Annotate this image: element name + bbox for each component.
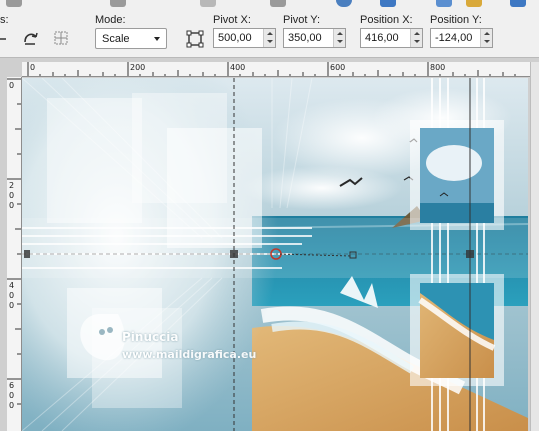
v-ruler-label: 0 — [9, 301, 15, 310]
position-x-label: Position X: — [360, 14, 413, 26]
pivot-x-spinner[interactable] — [263, 29, 275, 47]
chevron-down-icon — [154, 37, 160, 41]
v-ruler-label: 0 — [9, 291, 15, 300]
mode-select[interactable]: Scale — [95, 28, 167, 49]
position-y-spinner[interactable] — [480, 29, 492, 47]
edit-icon[interactable] — [110, 0, 126, 7]
h-ruler-label: 0 — [30, 63, 36, 72]
v-ruler-label: 0 — [9, 191, 15, 200]
view-icon[interactable] — [436, 0, 452, 7]
bounding-box-button[interactable] — [184, 28, 206, 50]
zoom-icon[interactable] — [466, 0, 482, 7]
tool-options-bar: s: Mode: Scale Pivot X: 500,00 Pivot Y: … — [0, 0, 539, 58]
vertical-ruler: 0 2 0 0 4 0 0 6 0 0 — [7, 77, 22, 431]
pivot-y-spinner[interactable] — [333, 29, 345, 47]
pivot-x-value: 500,00 — [218, 32, 252, 44]
horizontal-ruler-ticks — [27, 62, 516, 76]
v-ruler-label: 0 — [9, 401, 15, 410]
edit-icon-disabled — [200, 0, 216, 7]
position-y-label: Position Y: — [430, 14, 482, 26]
vertical-scrollbar[interactable] — [530, 62, 539, 431]
pivot-y-value: 350,00 — [288, 32, 322, 44]
left-options-label: s: — [0, 14, 9, 26]
mode-label: Mode: — [95, 14, 126, 26]
pivot-x-field[interactable]: 500,00 — [213, 28, 276, 48]
help-icon[interactable] — [510, 0, 526, 7]
cut-icon[interactable] — [6, 0, 22, 7]
v-ruler-label: 4 — [9, 281, 15, 290]
pivot-x-label: Pivot X: — [213, 14, 251, 26]
print-icon[interactable] — [270, 0, 286, 7]
position-y-value: -124,00 — [435, 32, 473, 44]
position-x-value: 416,00 — [365, 32, 399, 44]
perspective-button[interactable] — [50, 27, 72, 49]
canvas-artwork — [22, 78, 528, 431]
h-ruler-label: 800 — [430, 63, 446, 72]
globe-icon[interactable] — [336, 0, 352, 7]
pivot-y-field[interactable]: 350,00 — [283, 28, 346, 48]
position-x-spinner[interactable] — [410, 29, 422, 47]
v-ruler-label: 6 — [9, 381, 15, 390]
bounding-box-icon — [186, 30, 204, 48]
reset-transform-button[interactable] — [20, 27, 42, 49]
position-x-field[interactable]: 416,00 — [360, 28, 423, 48]
watermark-url: www.maildigrafica.eu — [122, 348, 257, 361]
v-ruler-label: 0 — [9, 201, 15, 210]
mode-value: Scale — [102, 33, 130, 45]
layers-icon[interactable] — [380, 0, 396, 7]
horizontal-ruler: 0 200 400 600 800 — [22, 62, 530, 77]
v-ruler-label: 0 — [9, 391, 15, 400]
grid-select-icon — [54, 31, 68, 45]
v-ruler-label: 2 — [9, 181, 15, 190]
reset-icon — [24, 32, 38, 45]
v-ruler-label: 0 — [9, 81, 15, 90]
h-ruler-label: 400 — [230, 63, 246, 72]
image-canvas[interactable]: Pinuccia www.maildigrafica.eu — [22, 78, 528, 431]
top-icon-strip — [0, 0, 539, 8]
h-ruler-label: 600 — [330, 63, 346, 72]
position-y-field[interactable]: -124,00 — [430, 28, 493, 48]
watermark-name: Pinuccia — [122, 330, 179, 344]
vertical-ruler-ticks — [7, 78, 21, 405]
h-ruler-label: 200 — [130, 63, 146, 72]
pivot-y-label: Pivot Y: — [283, 14, 321, 26]
arrow-icon[interactable] — [0, 28, 8, 50]
